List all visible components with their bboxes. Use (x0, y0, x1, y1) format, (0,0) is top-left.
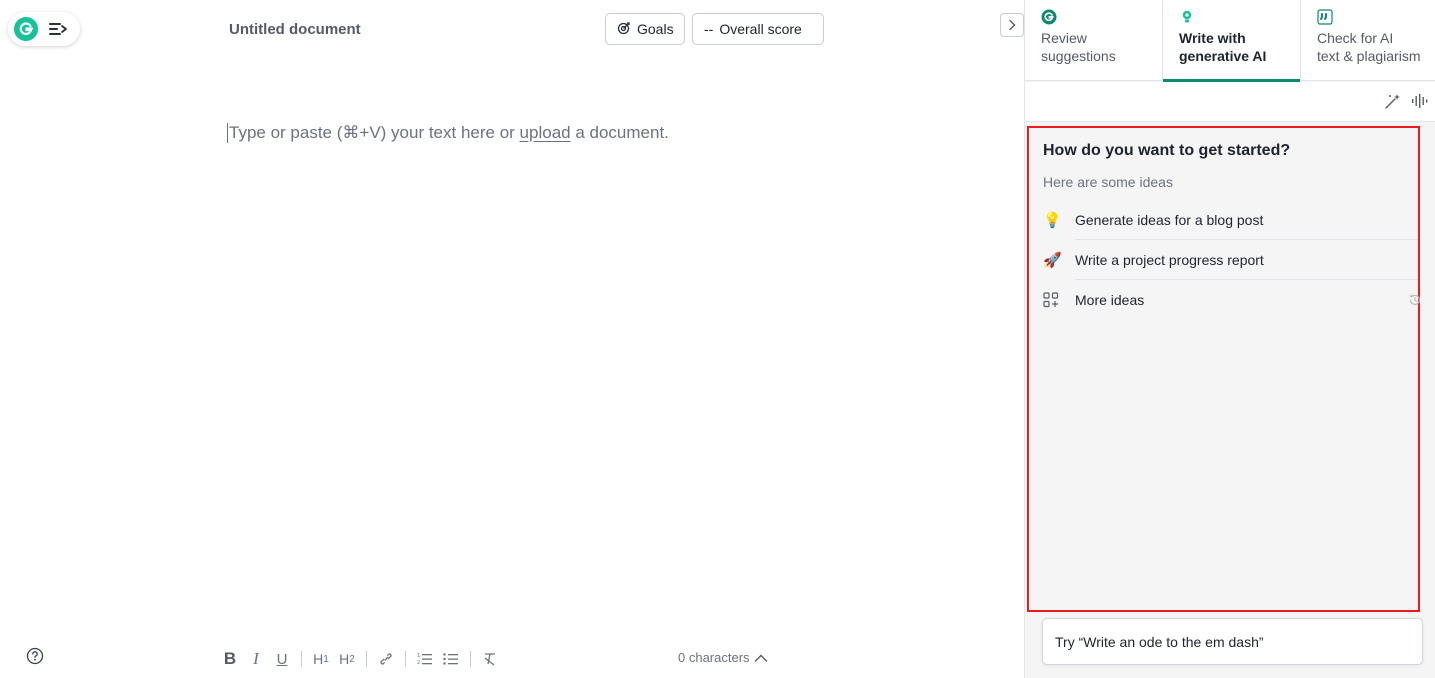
idea-more-ideas[interactable]: More ideas (1043, 280, 1421, 320)
character-count: 0 characters (678, 650, 750, 665)
goals-button[interactable]: Goals (605, 13, 685, 45)
italic-button[interactable]: I (243, 648, 269, 670)
rocket-emoji-icon: 🚀 (1043, 251, 1062, 269)
numbered-list-icon[interactable]: 1 2 (412, 648, 438, 670)
svg-text:1: 1 (417, 653, 420, 659)
tab-write-line2: generative AI (1179, 48, 1267, 64)
heading2-letter: H (339, 651, 350, 667)
collapse-sidebar-button[interactable] (1000, 13, 1024, 37)
toolbar-divider (405, 651, 406, 667)
editor-placeholder-suffix: a document. (570, 123, 669, 142)
help-icon[interactable] (26, 647, 44, 665)
assistant-sidebar: Review suggestions Write with generative… (1024, 0, 1435, 678)
sparkle-wand-icon[interactable] (1384, 92, 1402, 110)
tab-check-line1: Check for AI (1317, 30, 1394, 46)
idea-list: 💡 Generate ideas for a blog post 🚀 Write… (1043, 200, 1421, 320)
bold-button[interactable]: B (217, 648, 243, 670)
app-menu-pill[interactable] (8, 12, 80, 46)
clear-formatting-icon[interactable] (477, 648, 503, 670)
link-icon[interactable] (373, 648, 399, 670)
toolbar-divider (301, 651, 302, 667)
overall-score-button[interactable]: -- Overall score (692, 13, 824, 45)
editor-text-area[interactable]: Type or paste (⌘+V) your text here or up… (227, 123, 669, 143)
goals-label: Goals (637, 21, 674, 37)
voice-waveform-icon[interactable] (1411, 92, 1429, 110)
ai-prompt-placeholder: Try “Write an ode to the em dash” (1055, 633, 1264, 650)
tab-review-line2: suggestions (1041, 48, 1116, 64)
heading1-level: 1 (323, 653, 329, 665)
formatting-toolbar: B I U H1 H2 1 2 (217, 648, 503, 670)
heading2-button[interactable]: H2 (334, 648, 360, 670)
tab-review-suggestions[interactable]: Review suggestions (1025, 0, 1163, 81)
idea-label: Generate ideas for a blog post (1075, 200, 1418, 240)
menu-collapse-icon[interactable] (48, 19, 68, 39)
lightbulb-emoji-icon: 💡 (1043, 211, 1062, 229)
heading1-letter: H (313, 651, 324, 667)
tab-write-with-ai[interactable]: Write with generative AI (1163, 0, 1301, 82)
grammarly-g-icon[interactable] (14, 17, 38, 41)
document-title[interactable]: Untitled document (229, 21, 361, 38)
grid-plus-icon (1043, 292, 1075, 308)
tab-write-line1: Write with (1179, 30, 1246, 46)
lightbulb-icon (1179, 9, 1195, 25)
svg-text:2: 2 (417, 660, 420, 666)
upload-link[interactable]: upload (520, 123, 571, 142)
grammarly-g-icon (1041, 9, 1057, 25)
quote-icon (1317, 9, 1333, 25)
get-started-panel: How do you want to get started? Here are… (1027, 126, 1421, 612)
heading2-level: 2 (349, 653, 355, 665)
chevron-up-icon (754, 654, 767, 662)
score-value: -- (704, 21, 714, 37)
sidebar-tabs: Review suggestions Write with generative… (1025, 0, 1435, 82)
overall-score-label: Overall score (719, 21, 802, 37)
tab-check-ai-plagiarism[interactable]: Check for AI text & plagiarism (1301, 0, 1435, 81)
ai-prompt-input[interactable]: Try “Write an ode to the em dash” (1042, 618, 1423, 665)
toolbar-divider (470, 651, 471, 667)
idea-label: More ideas (1075, 292, 1145, 308)
get-started-title: How do you want to get started? (1043, 142, 1291, 159)
underline-button[interactable]: U (269, 648, 295, 670)
history-icon[interactable] (1408, 293, 1422, 307)
tab-review-line1: Review (1041, 30, 1087, 46)
character-count-button[interactable]: 0 characters (678, 650, 768, 665)
bullet-list-icon[interactable] (438, 648, 464, 670)
heading1-button[interactable]: H1 (308, 648, 334, 670)
get-started-subtitle: Here are some ideas (1043, 174, 1173, 190)
sidebar-tool-row (1025, 82, 1435, 122)
idea-label: Write a project progress report (1075, 240, 1418, 280)
target-icon (617, 21, 631, 38)
chevron-right-icon (1009, 19, 1016, 31)
idea-blog-post[interactable]: 💡 Generate ideas for a blog post (1043, 200, 1418, 240)
idea-progress-report[interactable]: 🚀 Write a project progress report (1043, 240, 1418, 280)
editor-placeholder-text: Type or paste (⌘+V) your text here or (229, 123, 520, 142)
toolbar-divider (366, 651, 367, 667)
tab-check-line2: text & plagiarism (1317, 48, 1421, 64)
